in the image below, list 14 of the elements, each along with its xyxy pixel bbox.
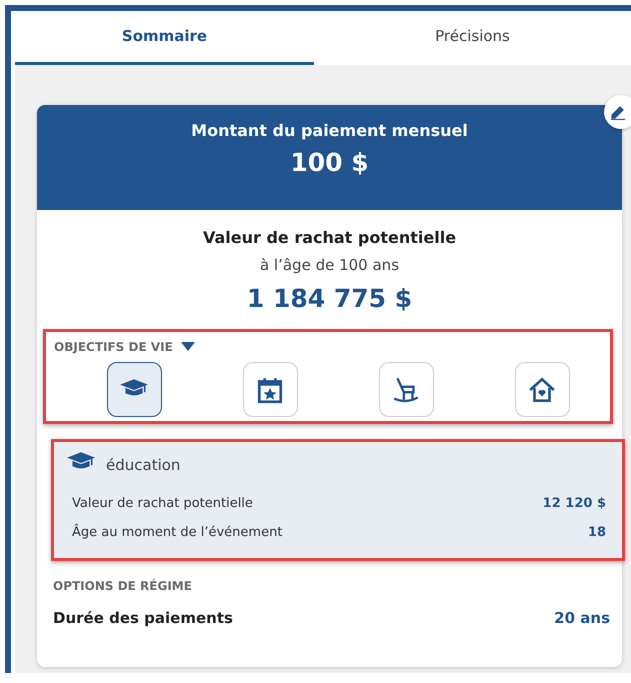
- section-label: OPTIONS DE RÉGIME: [53, 579, 193, 593]
- goal-title: éducation: [106, 456, 180, 474]
- section-label: OBJECTIFS DE VIE: [54, 340, 173, 354]
- row-label: Durée des paiements: [53, 609, 233, 627]
- row-label: Âge au moment de l’événement: [72, 525, 282, 540]
- surrender-subtitle: à l’âge de 100 ans: [258, 256, 400, 274]
- row-value: 12 120 $: [542, 496, 606, 511]
- row-value: 20 ans: [554, 609, 610, 627]
- payment-amount: 100 $: [289, 148, 370, 177]
- surrender-amount: 1 184 775 $: [246, 284, 414, 313]
- row-label: Valeur de rachat potentielle: [72, 496, 253, 511]
- row-value: 18: [588, 525, 606, 540]
- surrender-title: Valeur de rachat potentielle: [202, 228, 458, 247]
- payment-title: Montant du paiement mensuel: [190, 121, 469, 140]
